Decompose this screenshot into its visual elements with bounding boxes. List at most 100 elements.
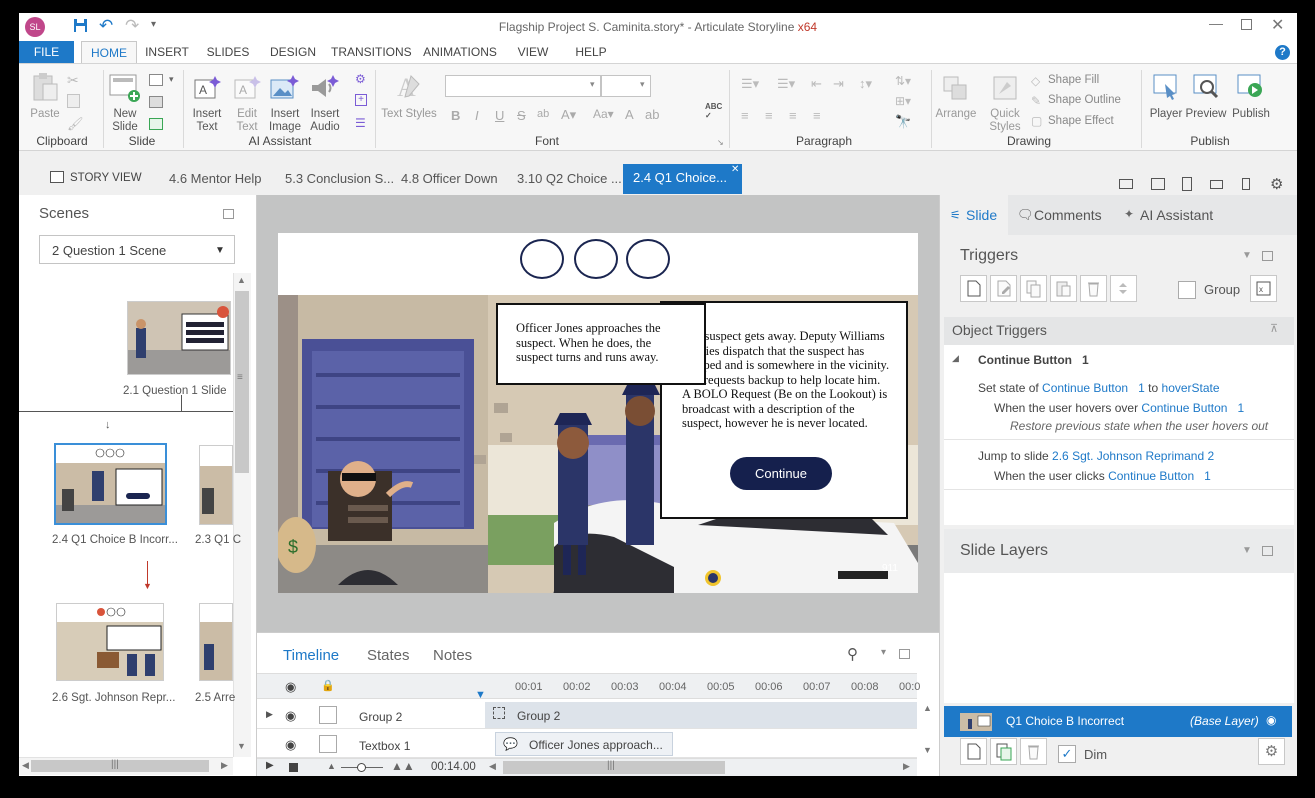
shape-outline-label[interactable]: Shape Outline	[1048, 94, 1121, 106]
trigger-set-state[interactable]: Set state of Continue Button 1 to hoverS…	[978, 381, 1220, 395]
duplicate-layer-button[interactable]	[990, 738, 1017, 765]
scene-select-dropdown-icon[interactable]: ▼	[215, 245, 225, 256]
tab-insert[interactable]: INSERT	[143, 41, 191, 63]
ai-assistant-icon[interactable]: ✦	[1124, 207, 1134, 221]
tab-ai-assistant[interactable]: AI Assistant	[1140, 207, 1213, 223]
dim-checkbox[interactable]: ✓	[1058, 745, 1076, 763]
group-checkbox[interactable]	[1178, 281, 1196, 299]
trigger-set-state-condition[interactable]: When the user hovers over Continue Butto…	[994, 401, 1244, 415]
scroll-right-icon[interactable]: ▶	[221, 760, 228, 771]
tab-slide-properties[interactable]: Slide	[966, 207, 997, 223]
tab-notes[interactable]: Notes	[433, 647, 472, 664]
slide-thumb-2-6[interactable]	[56, 603, 164, 681]
shape-outline-icon[interactable]: ✎	[1031, 94, 1041, 108]
shape-effect-label[interactable]: Shape Effect	[1048, 115, 1114, 127]
bullets-icon[interactable]: ☰▾	[741, 76, 759, 92]
edit-text-ai-label[interactable]: Edit Text	[229, 108, 265, 134]
insert-text-ai-label[interactable]: Insert Text	[187, 108, 227, 134]
timeline-scroll-right-icon[interactable]: ▶	[903, 761, 910, 772]
copy-icon[interactable]	[67, 94, 80, 108]
scene-select[interactable]: 2 Question 1 Scene	[39, 235, 235, 264]
trigger-jump-condition[interactable]: When the user clicks Continue Button 1	[994, 469, 1211, 483]
maximize-icon[interactable]	[1241, 19, 1252, 30]
new-layer-button[interactable]	[960, 738, 987, 765]
timeline-row-name[interactable]: Group 2	[359, 710, 402, 724]
tab-slide-3-10[interactable]: 3.10 Q2 Choice ...	[517, 171, 622, 186]
scenes-hscroll-thumb[interactable]	[31, 760, 209, 772]
layer-visibility-icon[interactable]: ◉	[1266, 713, 1276, 727]
zoom-in-icon[interactable]: ▲▲	[391, 759, 415, 773]
trigger-object-header[interactable]: Continue Button 1	[978, 353, 1089, 367]
copy-trigger-button[interactable]	[1020, 275, 1047, 302]
font-size-dropdown-icon[interactable]: ▾	[640, 79, 645, 90]
align-center-icon[interactable]: ≡	[765, 108, 773, 123]
row-visibility-icon[interactable]: ◉	[285, 737, 296, 753]
continue-button[interactable]: Continue	[730, 457, 832, 490]
decrease-indent-icon[interactable]: ⇤	[811, 76, 822, 92]
stop-icon[interactable]	[289, 763, 298, 772]
row-lock-checkbox[interactable]	[319, 706, 337, 724]
insert-audio-ai-icon[interactable]	[309, 74, 339, 102]
tab-file[interactable]: FILE	[19, 41, 74, 63]
scenes-collapse-icon[interactable]	[223, 209, 234, 219]
text-direction-icon[interactable]: ⇅▾	[895, 74, 911, 88]
slide-thumb-2-3[interactable]	[199, 445, 233, 525]
slide-layers-dropdown-icon[interactable]: ▼	[1242, 545, 1252, 556]
ai-list-icon[interactable]: ☰	[355, 116, 366, 130]
tab-slide-5-3[interactable]: 5.3 Conclusion S...	[285, 171, 394, 186]
italic-icon[interactable]: I	[475, 108, 479, 123]
edit-trigger-button[interactable]	[990, 275, 1017, 302]
slide-thumb-2-5[interactable]	[199, 603, 233, 681]
move-trigger-button[interactable]	[1110, 275, 1137, 302]
zoom-slider-handle[interactable]	[357, 763, 366, 772]
shape-effect-icon[interactable]: ▢	[1031, 114, 1042, 128]
scroll-down-icon[interactable]: ▼	[237, 741, 246, 751]
text-styles-icon[interactable]: A	[393, 72, 423, 102]
underline-icon[interactable]: U	[495, 108, 504, 123]
desktop-view-icon[interactable]	[1119, 179, 1133, 189]
layout-dropdown-icon[interactable]: ▾	[169, 74, 174, 85]
phone-landscape-icon[interactable]	[1210, 180, 1223, 189]
slide-thumb-2-1[interactable]	[127, 301, 231, 375]
visibility-all-icon[interactable]: ◉	[285, 679, 296, 695]
tab-transitions[interactable]: TRANSITIONS	[331, 41, 412, 63]
player-label[interactable]: Player	[1145, 108, 1187, 121]
tablet-portrait-icon[interactable]	[1182, 177, 1192, 191]
text-styles-label[interactable]: Text Styles	[381, 108, 437, 121]
highlight-icon[interactable]: ab	[645, 107, 659, 122]
timeline-scroll-left-icon[interactable]: ◀	[489, 761, 496, 772]
tab-states[interactable]: States	[367, 647, 410, 664]
reset-icon[interactable]	[149, 96, 163, 108]
expand-row-icon[interactable]: ▶	[266, 709, 273, 720]
scroll-left-icon[interactable]: ◀	[22, 760, 29, 771]
paste-label[interactable]: Paste	[27, 108, 63, 121]
tab-help[interactable]: HELP	[573, 41, 609, 63]
slide-thumb-2-4[interactable]	[54, 443, 167, 525]
font-color-icon[interactable]: A▾	[561, 107, 576, 123]
view-settings-icon[interactable]: ⚙	[1270, 175, 1283, 193]
delete-layer-button[interactable]	[1020, 738, 1047, 765]
new-trigger-button[interactable]	[960, 275, 987, 302]
object-triggers-collapse-icon[interactable]: ⊼	[1270, 322, 1278, 335]
layer-settings-button[interactable]: ⚙	[1258, 738, 1285, 765]
arrange-label[interactable]: Arrange	[933, 108, 979, 121]
insert-image-ai-label[interactable]: Insert Image	[265, 108, 305, 134]
strikethrough-icon[interactable]: S	[517, 108, 526, 123]
clear-formatting-icon[interactable]: A	[625, 107, 634, 122]
timeline-row-name[interactable]: Textbox 1	[359, 739, 410, 753]
row-lock-checkbox[interactable]	[319, 735, 337, 753]
zoom-out-icon[interactable]: ▲	[327, 761, 336, 771]
shape-fill-label[interactable]: Shape Fill	[1048, 74, 1099, 86]
ai-settings-icon[interactable]: ⚙	[355, 72, 366, 86]
minimize-icon[interactable]: —	[1209, 15, 1223, 31]
insert-image-ai-icon[interactable]	[269, 74, 299, 102]
numbering-icon[interactable]: ☰▾	[777, 76, 795, 92]
ai-add-icon[interactable]: +	[355, 94, 367, 106]
justify-icon[interactable]: ≡	[813, 108, 821, 123]
triggers-collapse-icon[interactable]	[1262, 251, 1273, 261]
phone-portrait-icon[interactable]	[1242, 178, 1250, 190]
player-icon[interactable]	[1151, 72, 1181, 102]
base-layer-name[interactable]: Q1 Choice B Incorrect	[1006, 714, 1124, 728]
shape-fill-icon[interactable]: ◇	[1031, 74, 1040, 88]
slide-layers-collapse-icon[interactable]	[1262, 546, 1273, 556]
